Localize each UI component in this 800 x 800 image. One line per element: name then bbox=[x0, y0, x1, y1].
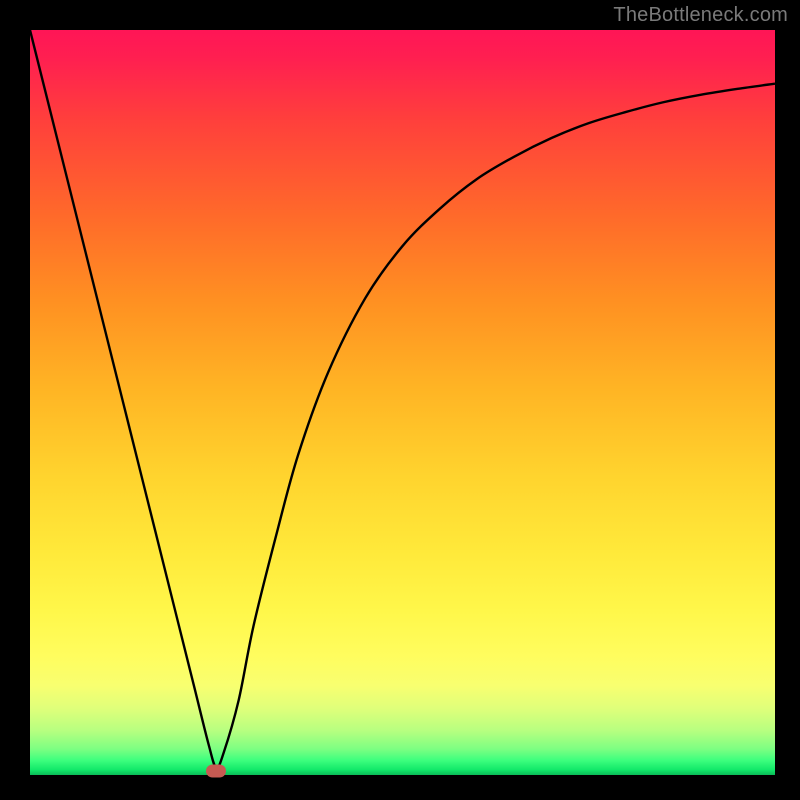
bottleneck-curve bbox=[30, 30, 775, 768]
plot-area bbox=[30, 30, 775, 775]
chart-frame: TheBottleneck.com bbox=[0, 0, 800, 800]
minimum-marker bbox=[206, 765, 226, 778]
curve-svg bbox=[30, 30, 775, 775]
watermark-text: TheBottleneck.com bbox=[613, 4, 788, 27]
